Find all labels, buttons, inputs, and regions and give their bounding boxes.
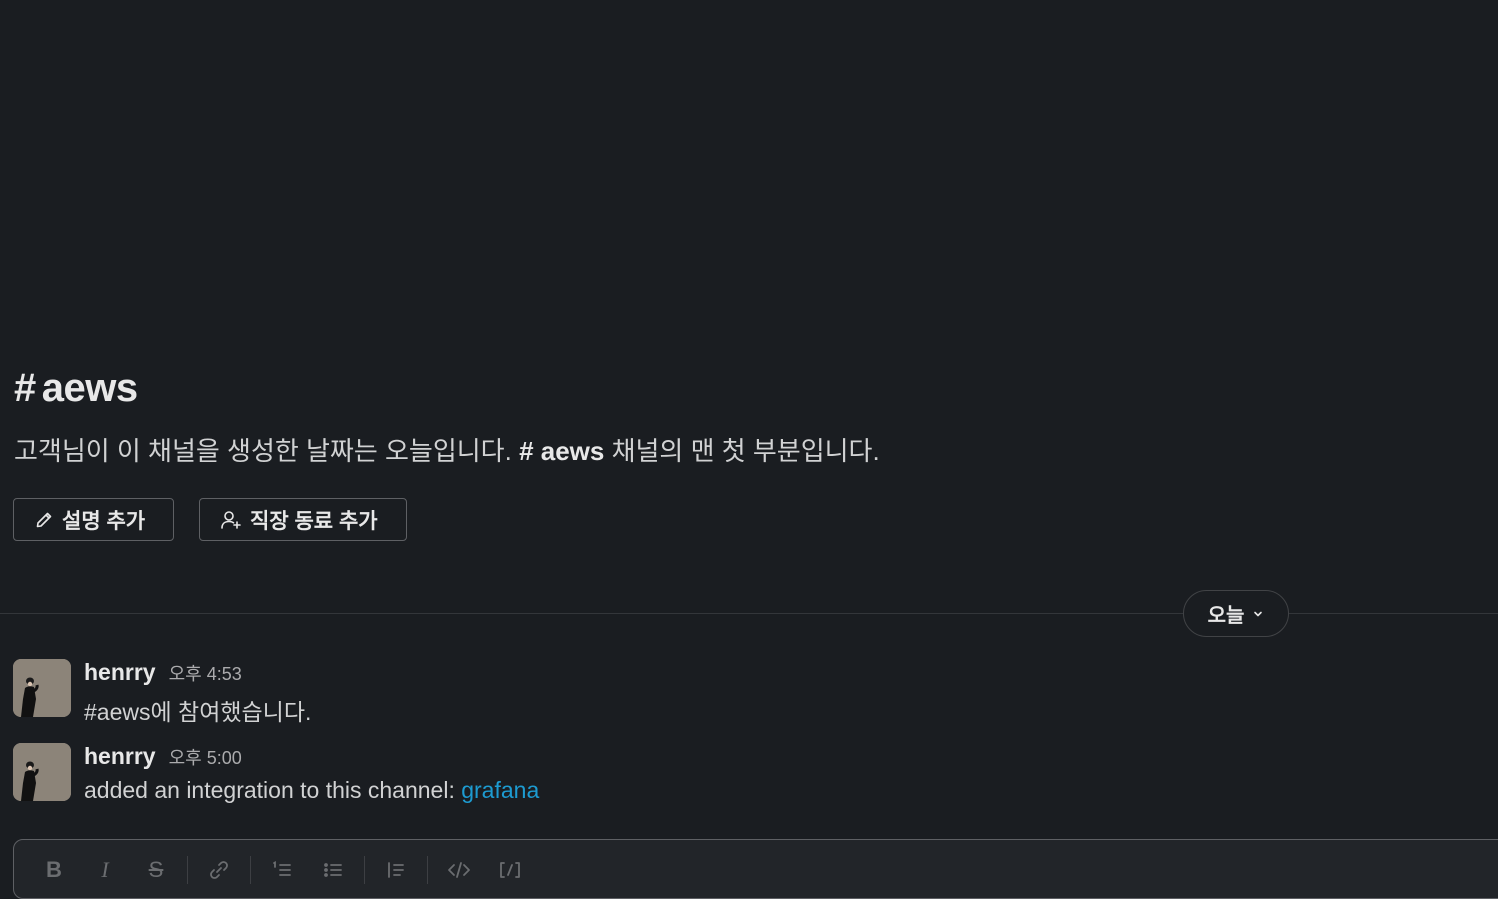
hash-icon: # [14,366,36,410]
bold-button[interactable]: B [34,854,74,886]
integration-link[interactable]: grafana [461,777,539,803]
message-item[interactable]: henrry 오후 4:53 #aews에 참여했습니다. [13,659,311,727]
ordered-list-button[interactable] [262,854,302,886]
toolbar-divider [187,856,188,884]
blockquote-button[interactable] [376,854,416,886]
add-description-button[interactable]: 설명 추가 [13,498,174,541]
code-button[interactable] [439,854,479,886]
user-photo-icon [13,659,71,717]
message-author[interactable]: henrry [84,743,156,770]
date-divider-button[interactable]: 오늘 [1183,590,1289,637]
add-person-icon [221,510,241,529]
code-block-button[interactable] [490,854,530,886]
message-text: added an integration to this channel: gr… [84,777,539,804]
add-coworkers-label: 직장 동료 추가 [250,509,378,533]
pencil-icon [36,512,52,527]
user-photo-icon [13,743,71,801]
bulleted-list-button[interactable] [313,854,353,886]
message-text-prefix: added an integration to this channel: [84,777,462,803]
intro-actions: 설명 추가 직장 동료 추가 [13,498,407,541]
toolbar-divider [364,856,365,884]
avatar[interactable] [13,659,71,717]
intro-channel-mention[interactable]: # aews [519,436,604,466]
channel-intro: # aews 고객님이 이 채널을 생성한 날짜는 오늘입니다. # aews … [14,366,880,468]
channel-intro-text: 고객님이 이 채널을 생성한 날짜는 오늘입니다. # aews 채널의 맨 첫… [14,431,880,468]
message-timestamp[interactable]: 오후 4:53 [169,660,242,686]
intro-suffix: 채널의 맨 첫 부분입니다. [611,436,880,466]
message-text: #aews에 참여했습니다. [84,699,312,725]
italic-button[interactable]: I [85,854,125,886]
message-timestamp[interactable]: 오후 5:00 [169,744,242,770]
date-divider-label: 오늘 [1207,605,1245,627]
add-description-label: 설명 추가 [62,509,146,533]
formatting-toolbar: B I S [34,854,541,886]
toolbar-divider [250,856,251,884]
link-button[interactable] [199,854,239,886]
message-item[interactable]: henrry 오후 5:00 added an integration to t… [13,743,539,804]
intro-prefix: 고객님이 이 채널을 생성한 날짜는 오늘입니다. [14,436,512,466]
message-composer[interactable]: B I S [13,839,1498,899]
channel-title: # aews [14,366,880,411]
chevron-down-icon [1254,611,1263,616]
avatar[interactable] [13,743,71,801]
toolbar-divider [427,856,428,884]
message-author[interactable]: henrry [84,659,156,686]
channel-name: aews [41,366,138,410]
strikethrough-button[interactable]: S [136,854,176,886]
add-coworkers-button[interactable]: 직장 동료 추가 [199,498,407,541]
